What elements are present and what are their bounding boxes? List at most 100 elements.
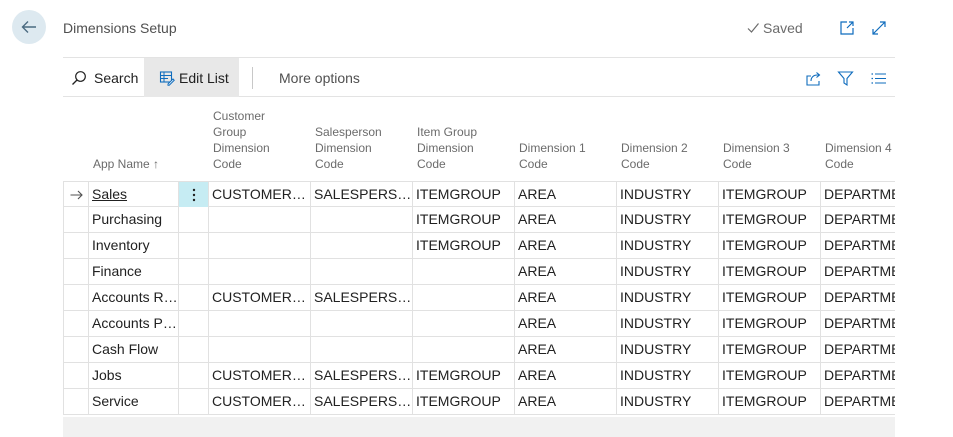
customer-group-cell[interactable] bbox=[208, 207, 310, 232]
dimension-2-cell[interactable]: INDUSTRY bbox=[616, 389, 718, 414]
dimension-4-cell[interactable]: DEPARTMENT bbox=[820, 363, 895, 388]
customer-group-cell[interactable]: CUSTOMERGROUP bbox=[208, 389, 310, 414]
salesperson-cell[interactable] bbox=[310, 337, 412, 362]
table-row[interactable]: Inventory ITEMGROUP AREA INDUSTRY ITEMGR… bbox=[63, 233, 895, 259]
customer-group-cell[interactable]: CUSTOMERGROUP bbox=[208, 182, 310, 207]
row-actions-cell[interactable] bbox=[178, 207, 208, 232]
dimension-1-cell[interactable]: AREA bbox=[514, 337, 616, 362]
row-actions-cell[interactable] bbox=[178, 233, 208, 258]
dimension-1-cell[interactable]: AREA bbox=[514, 182, 616, 207]
dimension-2-cell[interactable]: INDUSTRY bbox=[616, 337, 718, 362]
table-row[interactable]: Cash Flow AREA INDUSTRY ITEMGROUP DEPART… bbox=[63, 337, 895, 363]
dimension-4-cell[interactable]: DEPARTMENT bbox=[820, 207, 895, 232]
item-group-cell[interactable] bbox=[412, 337, 514, 362]
dimension-1-cell[interactable]: AREA bbox=[514, 285, 616, 310]
row-actions-button[interactable] bbox=[178, 182, 208, 207]
dimension-2-cell[interactable]: INDUSTRY bbox=[616, 285, 718, 310]
dimension-1-cell[interactable]: AREA bbox=[514, 233, 616, 258]
salesperson-cell[interactable]: SALESPERSON bbox=[310, 285, 412, 310]
customer-group-cell[interactable] bbox=[208, 259, 310, 284]
table-row[interactable]: Jobs CUSTOMERGROUP SALESPERSON ITEMGROUP… bbox=[63, 363, 895, 389]
app-name-cell[interactable]: Cash Flow bbox=[88, 337, 178, 362]
expand-button[interactable] bbox=[869, 18, 889, 38]
app-name-cell[interactable]: Inventory bbox=[88, 233, 178, 258]
dimension-3-cell[interactable]: ITEMGROUP bbox=[718, 311, 820, 336]
table-row[interactable]: Purchasing ITEMGROUP AREA INDUSTRY ITEMG… bbox=[63, 207, 895, 233]
filter-button[interactable] bbox=[835, 68, 855, 88]
customer-group-cell[interactable] bbox=[208, 337, 310, 362]
customer-group-cell[interactable] bbox=[208, 233, 310, 258]
dimension-1-cell[interactable]: AREA bbox=[514, 311, 616, 336]
dimension-4-cell[interactable]: DEPARTMENT bbox=[820, 259, 895, 284]
item-group-cell[interactable]: ITEMGROUP bbox=[412, 233, 514, 258]
row-actions-cell[interactable] bbox=[178, 285, 208, 310]
col-header-salesperson[interactable]: Salesperson Dimension Code bbox=[315, 97, 412, 181]
dimension-3-cell[interactable]: ITEMGROUP bbox=[718, 259, 820, 284]
col-header-item-group[interactable]: Item Group Dimension Code bbox=[417, 97, 514, 181]
item-group-cell[interactable]: ITEMGROUP bbox=[412, 389, 514, 414]
dimension-1-cell[interactable]: AREA bbox=[514, 389, 616, 414]
dimension-2-cell[interactable]: INDUSTRY bbox=[616, 207, 718, 232]
list-view-button[interactable] bbox=[868, 68, 888, 88]
open-new-window-button[interactable] bbox=[837, 18, 857, 38]
app-name-cell[interactable]: Sales bbox=[88, 182, 178, 207]
table-row[interactable]: Accounts Payable AREA INDUSTRY ITEMGROUP… bbox=[63, 311, 895, 337]
search-button[interactable]: Search bbox=[71, 58, 138, 97]
table-row[interactable]: Service CUSTOMERGROUP SALESPERSON ITEMGR… bbox=[63, 389, 895, 415]
table-row[interactable]: Sales CUSTOMERGROUP SALESPERSON ITEMGROU… bbox=[63, 181, 895, 207]
salesperson-cell[interactable] bbox=[310, 207, 412, 232]
row-actions-cell[interactable] bbox=[178, 389, 208, 414]
customer-group-cell[interactable]: CUSTOMERGROUP bbox=[208, 285, 310, 310]
dimension-3-cell[interactable]: ITEMGROUP bbox=[718, 233, 820, 258]
app-name-cell[interactable]: Service bbox=[88, 389, 178, 414]
dimension-4-cell[interactable]: DEPARTMENT bbox=[820, 311, 895, 336]
app-name-cell[interactable]: Finance bbox=[88, 259, 178, 284]
dimension-3-cell[interactable]: ITEMGROUP bbox=[718, 363, 820, 388]
dimension-3-cell[interactable]: ITEMGROUP bbox=[718, 207, 820, 232]
edit-list-button[interactable]: Edit List bbox=[144, 58, 239, 97]
salesperson-cell[interactable]: SALESPERSON bbox=[310, 363, 412, 388]
salesperson-cell[interactable]: SALESPERSON bbox=[310, 182, 412, 207]
salesperson-cell[interactable] bbox=[310, 259, 412, 284]
col-header-customer-group[interactable]: Customer Group Dimension Code bbox=[213, 97, 310, 181]
dimension-4-cell[interactable]: DEPARTMENT bbox=[820, 233, 895, 258]
col-header-dimension-2[interactable]: Dimension 2 Code bbox=[621, 97, 718, 181]
salesperson-cell[interactable] bbox=[310, 311, 412, 336]
app-name-cell[interactable]: Accounts Receivable bbox=[88, 285, 178, 310]
more-options-button[interactable]: More options bbox=[279, 58, 360, 97]
row-actions-cell[interactable] bbox=[178, 311, 208, 336]
dimension-1-cell[interactable]: AREA bbox=[514, 259, 616, 284]
salesperson-cell[interactable]: SALESPERSON bbox=[310, 389, 412, 414]
col-header-app-name[interactable]: App Name ↑ bbox=[93, 97, 178, 181]
table-row[interactable]: Finance AREA INDUSTRY ITEMGROUP DEPARTME… bbox=[63, 259, 895, 285]
dimension-2-cell[interactable]: INDUSTRY bbox=[616, 233, 718, 258]
app-name-cell[interactable]: Jobs bbox=[88, 363, 178, 388]
dimension-2-cell[interactable]: INDUSTRY bbox=[616, 182, 718, 207]
col-header-dimension-1[interactable]: Dimension 1 Code bbox=[519, 97, 616, 181]
item-group-cell[interactable] bbox=[412, 311, 514, 336]
dimension-2-cell[interactable]: INDUSTRY bbox=[616, 363, 718, 388]
back-button[interactable] bbox=[12, 10, 46, 44]
item-group-cell[interactable]: ITEMGROUP bbox=[412, 182, 514, 207]
app-name-cell[interactable]: Accounts Payable bbox=[88, 311, 178, 336]
dimension-4-cell[interactable]: DEPARTMENT bbox=[820, 285, 895, 310]
dimension-4-cell[interactable]: DEPARTMENT bbox=[820, 389, 895, 414]
app-name-cell[interactable]: Purchasing bbox=[88, 207, 178, 232]
dimension-4-cell[interactable]: DEPARTMENT bbox=[820, 182, 895, 207]
table-row[interactable]: Accounts Receivable CUSTOMERGROUP SALESP… bbox=[63, 285, 895, 311]
dimension-4-cell[interactable]: DEPARTMENT bbox=[820, 337, 895, 362]
item-group-cell[interactable]: ITEMGROUP bbox=[412, 207, 514, 232]
customer-group-cell[interactable]: CUSTOMERGROUP bbox=[208, 363, 310, 388]
item-group-cell[interactable] bbox=[412, 285, 514, 310]
salesperson-cell[interactable] bbox=[310, 233, 412, 258]
share-button[interactable] bbox=[803, 68, 823, 88]
col-header-dimension-4[interactable]: Dimension 4 Code bbox=[825, 97, 895, 181]
dimension-3-cell[interactable]: ITEMGROUP bbox=[718, 285, 820, 310]
dimension-2-cell[interactable]: INDUSTRY bbox=[616, 311, 718, 336]
dimension-3-cell[interactable]: ITEMGROUP bbox=[718, 182, 820, 207]
dimension-1-cell[interactable]: AREA bbox=[514, 207, 616, 232]
col-header-dimension-3[interactable]: Dimension 3 Code bbox=[723, 97, 820, 181]
customer-group-cell[interactable] bbox=[208, 311, 310, 336]
dimension-2-cell[interactable]: INDUSTRY bbox=[616, 259, 718, 284]
dimension-3-cell[interactable]: ITEMGROUP bbox=[718, 389, 820, 414]
